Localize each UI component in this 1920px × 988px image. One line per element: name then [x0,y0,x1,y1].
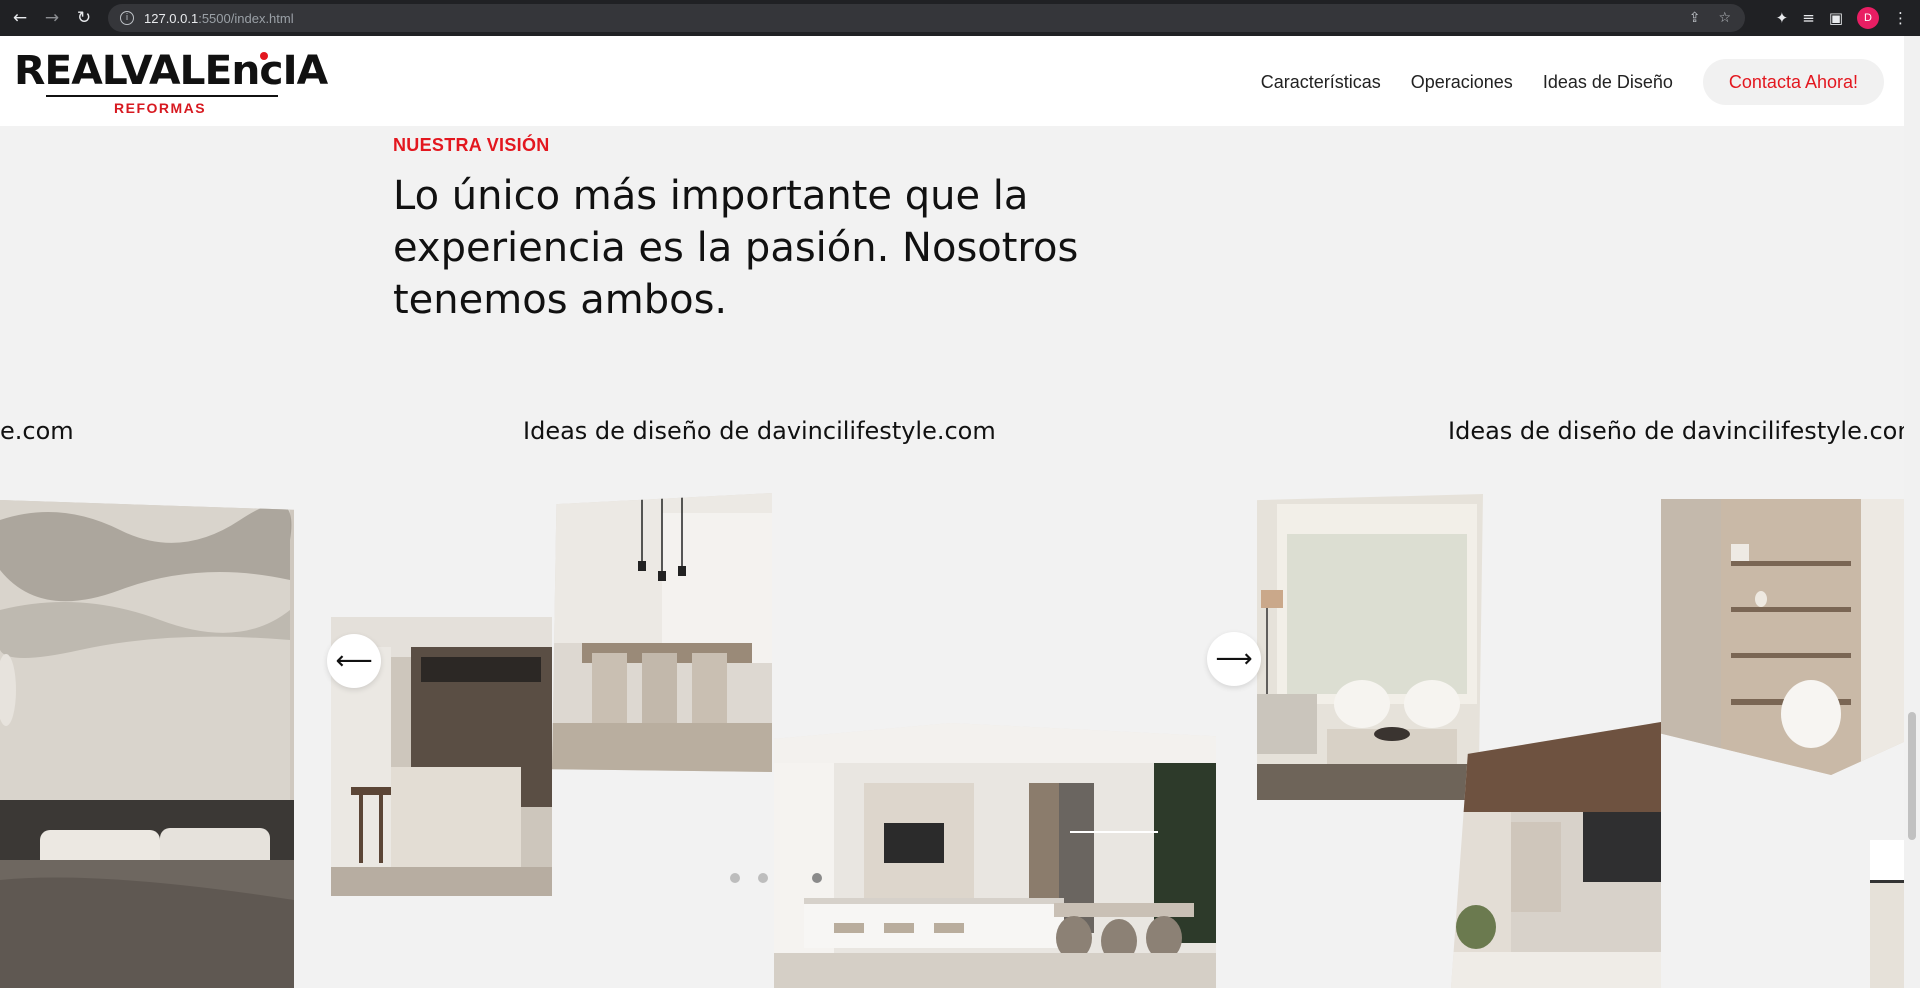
main-nav: Características Operaciones Ideas de Dis… [1261,59,1884,105]
carousel-dot-active[interactable] [812,873,822,883]
shelves-photo [1661,499,1904,775]
side-panel-icon[interactable]: ▣ [1829,9,1843,27]
logo-underline [46,95,278,97]
page-scrollbar[interactable] [1904,36,1920,988]
carousel-dot[interactable] [758,873,768,883]
carousel-next-button[interactable]: ⟶ [1207,632,1261,686]
arrow-left-icon: ⟵ [335,646,373,676]
section-eyebrow: NUESTRA VISIÓN [393,135,550,155]
back-icon[interactable]: ← [6,4,34,32]
logo-subtitle: REFORMAS [114,100,207,116]
reload-icon[interactable]: ↻ [70,4,98,32]
browser-toolbar: ← → ↻ i 127.0.0.1:5500/index.html ⇪ ☆ ✦ … [0,0,1920,36]
extensions-icon[interactable]: ✦ [1776,9,1789,27]
carousel-dot[interactable] [730,873,740,883]
carousel-pagination [730,873,822,883]
address-bar[interactable]: i 127.0.0.1:5500/index.html ⇪ ☆ [108,4,1745,32]
url-path: :5500/index.html [198,10,294,26]
share-icon[interactable]: ⇪ [1689,10,1701,26]
nav-link-ideas-de-diseno[interactable]: Ideas de Diseño [1543,72,1673,93]
logo-dot [260,52,268,60]
kitchen-photo [774,723,1216,988]
scrollbar-thumb[interactable] [1908,712,1916,840]
partial-photo [1870,840,1904,988]
forward-icon[interactable]: → [38,4,66,32]
carousel-prev-button[interactable]: ⟵ [327,634,381,688]
site-info-icon[interactable]: i [120,11,134,25]
living-room-photo [1257,494,1483,800]
browser-menu-icon[interactable]: ⋮ [1893,9,1908,27]
section-headline: Lo único más importante que la experienc… [393,173,1079,323]
profile-avatar[interactable]: D [1857,7,1879,29]
dining-room-photo [552,493,772,772]
arrow-right-icon: ⟶ [1215,644,1253,674]
logo-wordmark: REALVALEncIA [14,48,328,94]
contact-button[interactable]: Contacta Ahora! [1702,59,1884,105]
reading-list-icon[interactable]: ≡ [1802,9,1815,27]
slide-title: Ideas de diseño de davincilifestyle.com [523,417,996,445]
bookmark-star-icon[interactable]: ☆ [1718,10,1731,26]
nav-link-caracteristicas[interactable]: Características [1261,72,1381,93]
slide-title: e.com [0,417,74,445]
url-host: 127.0.0.1 [144,10,199,26]
bedroom-photo [0,500,294,988]
nav-link-operaciones[interactable]: Operaciones [1411,72,1513,93]
slide-title: Ideas de diseño de davincilifestyle.com [1448,417,1904,445]
tv-wall-photo [1451,722,1661,988]
design-ideas-carousel: e.com Ideas de diseño de davincilifestyl… [0,400,1904,988]
site-header: REALVALEncIA REFORMAS Características Op… [0,36,1904,126]
video-progress-line [1070,831,1158,833]
site-logo[interactable]: REALVALEncIA REFORMAS [14,48,328,120]
